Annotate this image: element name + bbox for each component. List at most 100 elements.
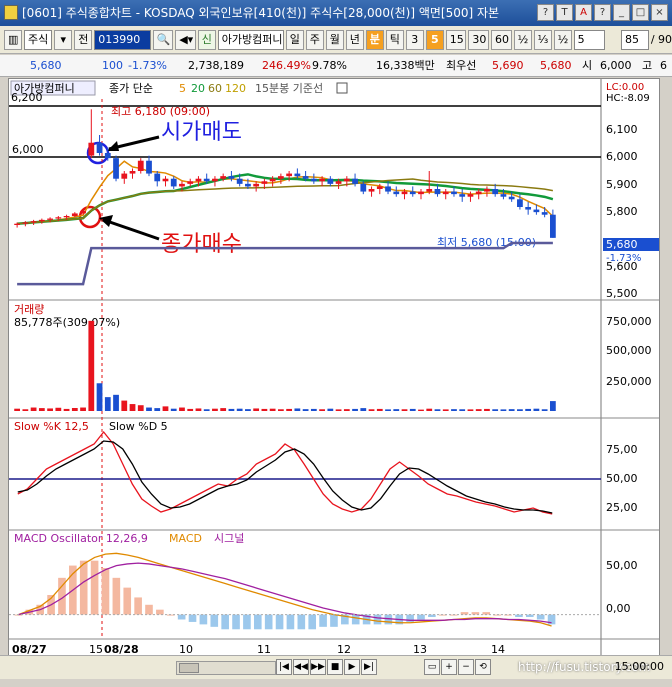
volume-bar <box>451 409 457 411</box>
period-year[interactable]: 년 <box>345 29 364 50</box>
chart-type-icon[interactable]: ▥ <box>4 29 22 50</box>
candle-down <box>236 178 243 184</box>
info-icon[interactable]: ? <box>594 4 611 21</box>
stoch-d-title: Slow %D 5 <box>109 420 168 433</box>
volume-bar <box>385 409 391 411</box>
candle-up <box>14 223 21 225</box>
quote-amount: 16,338백만 <box>376 59 435 72</box>
text-icon[interactable]: T <box>556 4 573 21</box>
market-select[interactable]: 주식 <box>24 29 53 50</box>
market-dropdown-icon[interactable]: ▾ <box>54 29 73 50</box>
candle-down <box>393 191 400 195</box>
candle-down <box>310 178 317 182</box>
volume-bar <box>484 408 490 411</box>
candle-down <box>360 183 367 192</box>
title-bar: [0601] 주식종합차트 - KOSDAQ 외국인보유[410(천)] 주식수… <box>0 0 672 26</box>
horizontal-scrollbar[interactable] <box>176 661 276 675</box>
reset-icon[interactable]: ⟲ <box>475 659 491 675</box>
macd-osc-bar <box>330 614 338 627</box>
left-top-label: 6,200 <box>11 91 43 104</box>
close-icon[interactable]: × <box>651 4 668 21</box>
volume-bar <box>154 408 161 411</box>
candle-up <box>368 189 375 192</box>
candle-up <box>426 189 433 192</box>
y-tick-6100: 6,100 <box>606 123 638 136</box>
macd-osc-bar <box>286 614 295 630</box>
period-day[interactable]: 일 <box>285 29 304 50</box>
series-label: 종가 단순 <box>109 82 153 95</box>
stoch-tick-50: 50,00 <box>606 472 638 485</box>
zoom-box-icon[interactable]: ▭ <box>424 659 440 675</box>
nav-forward-icon[interactable]: ▶▶ <box>310 659 326 675</box>
interval-5[interactable]: 5 <box>425 29 444 50</box>
volume-bar <box>170 408 177 411</box>
macd-osc-bar <box>210 614 219 627</box>
candle-up <box>484 189 490 192</box>
volume-bar <box>71 407 78 411</box>
help-icon[interactable]: ? <box>537 4 554 21</box>
volume-bar <box>236 408 243 411</box>
macd-osc-bar <box>134 597 142 615</box>
interval-half[interactable]: ½ <box>513 29 532 50</box>
zoom-in-icon[interactable]: + <box>441 659 457 675</box>
maximize-icon[interactable]: □ <box>632 4 649 21</box>
x-axis-time: 15:00:00 <box>614 660 664 673</box>
candle-up <box>253 183 260 187</box>
macd-tick-0: 0,00 <box>606 602 631 615</box>
prev-button[interactable]: 전 <box>74 29 93 50</box>
macd-title: MACD <box>169 532 202 545</box>
interval-third[interactable]: ⅓ <box>533 29 552 50</box>
volume-bar <box>492 409 499 411</box>
search-icon[interactable]: 🔍 <box>152 29 174 50</box>
nav-rewind-icon[interactable]: ◀◀ <box>293 659 309 675</box>
minimize-icon[interactable]: _ <box>613 4 630 21</box>
count-input[interactable]: 85 <box>621 29 649 50</box>
volume-bar <box>47 408 53 411</box>
nav-next-icon[interactable]: ▶ <box>344 659 360 675</box>
quote-bar: 5,680 100 -1.73% 2,738,189 246.49% 9.78%… <box>0 55 672 77</box>
volume-bar <box>129 404 136 411</box>
interval-half-2[interactable]: ½ <box>553 29 572 50</box>
volume-bar <box>319 409 325 411</box>
macd-osc-bar <box>199 614 208 625</box>
candle-up <box>63 216 70 218</box>
interval-3[interactable]: 3 <box>405 29 424 50</box>
interval-15[interactable]: 15 <box>445 29 467 50</box>
period-week[interactable]: 주 <box>305 29 324 50</box>
candle-down <box>170 178 177 187</box>
stock-code-input[interactable]: 013990 <box>94 29 151 50</box>
zoom-out-icon[interactable]: − <box>458 659 474 675</box>
chart-svg[interactable]: 아가방컴퍼니 종가 단순 5 20 60 120 15분봉 기준선 6,200 … <box>9 79 659 661</box>
ma5-label: 5 <box>179 82 186 95</box>
macd-osc-bar <box>253 614 262 630</box>
speaker-icon[interactable]: ◀▾ <box>175 29 196 50</box>
font-icon[interactable]: A <box>575 4 592 21</box>
candle-down <box>541 212 548 215</box>
macd-osc-bar <box>79 560 88 615</box>
lc-label: LC:0.00 <box>606 82 644 93</box>
nav-stop-icon[interactable]: ■ <box>327 659 343 675</box>
volume-bar <box>146 407 152 411</box>
volume-bar <box>310 408 317 411</box>
volume-title: 거래량 <box>14 303 44 316</box>
interval-30[interactable]: 30 <box>468 29 489 50</box>
volume-bar <box>343 409 350 411</box>
period-tick[interactable]: 틱 <box>385 29 404 50</box>
volume-bar <box>368 409 375 411</box>
interval-select[interactable]: 5 <box>573 29 606 50</box>
candle-up <box>220 176 227 179</box>
nav-first-icon[interactable]: |◀ <box>276 659 292 675</box>
nav-last-icon[interactable]: ▶| <box>361 659 377 675</box>
scroll-thumb[interactable] <box>179 663 199 673</box>
period-month[interactable]: 월 <box>325 29 344 50</box>
quote-high: 6 <box>660 59 667 72</box>
chart-area[interactable]: 아가방컴퍼니 종가 단순 5 20 60 120 15분봉 기준선 6,200 … <box>8 78 660 662</box>
candle-up <box>376 186 383 189</box>
volume-bar <box>335 409 342 411</box>
y-tick-5900: 5,900 <box>606 178 638 191</box>
volume-bar <box>442 409 449 411</box>
y-tick-5800: 5,800 <box>606 205 638 218</box>
candle-down <box>451 191 457 195</box>
interval-60[interactable]: 60 <box>491 29 512 50</box>
period-minute[interactable]: 분 <box>365 29 384 50</box>
